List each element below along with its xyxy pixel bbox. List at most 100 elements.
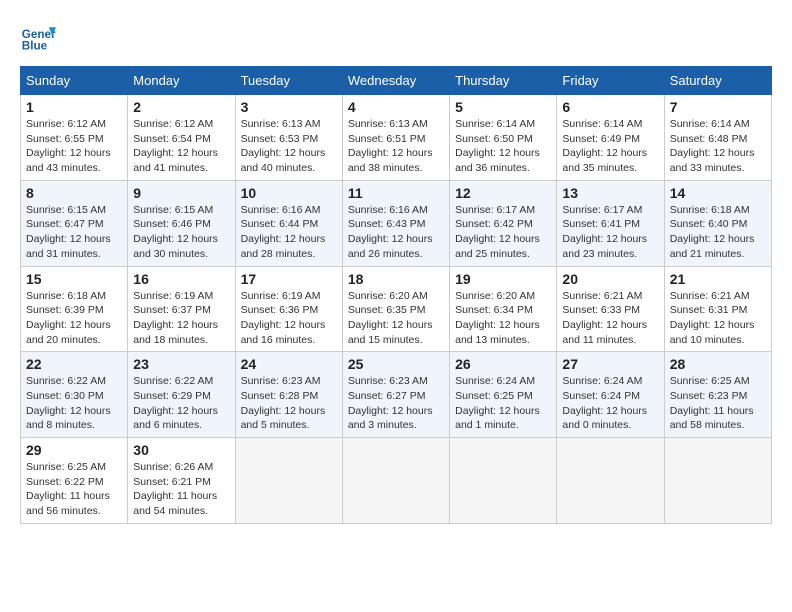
day-number: 3 (241, 99, 337, 115)
day-number: 13 (562, 185, 658, 201)
day-info: Sunrise: 6:17 AMSunset: 6:42 PMDaylight:… (455, 203, 551, 262)
calendar-cell: 8 Sunrise: 6:15 AMSunset: 6:47 PMDaylight… (21, 180, 128, 266)
calendar-cell (664, 438, 771, 524)
day-number: 1 (26, 99, 122, 115)
day-info: Sunrise: 6:26 AMSunset: 6:21 PMDaylight:… (133, 460, 229, 519)
calendar-cell: 29 Sunrise: 6:25 AMSunset: 6:22 PMDayligh… (21, 438, 128, 524)
calendar-cell: 10 Sunrise: 6:16 AMSunset: 6:44 PMDayligh… (235, 180, 342, 266)
day-number: 6 (562, 99, 658, 115)
day-info: Sunrise: 6:22 AMSunset: 6:30 PMDaylight:… (26, 374, 122, 433)
day-number: 14 (670, 185, 766, 201)
day-info: Sunrise: 6:18 AMSunset: 6:40 PMDaylight:… (670, 203, 766, 262)
calendar-cell: 9 Sunrise: 6:15 AMSunset: 6:46 PMDaylight… (128, 180, 235, 266)
day-info: Sunrise: 6:20 AMSunset: 6:35 PMDaylight:… (348, 289, 444, 348)
day-info: Sunrise: 6:18 AMSunset: 6:39 PMDaylight:… (26, 289, 122, 348)
day-number: 18 (348, 271, 444, 287)
day-info: Sunrise: 6:16 AMSunset: 6:44 PMDaylight:… (241, 203, 337, 262)
day-number: 8 (26, 185, 122, 201)
day-number: 20 (562, 271, 658, 287)
day-number: 10 (241, 185, 337, 201)
header-monday: Monday (128, 67, 235, 95)
calendar-week-row: 1Sunrise: 6:12 AMSunset: 6:55 PMDaylight… (21, 95, 772, 181)
calendar-cell: 1Sunrise: 6:12 AMSunset: 6:55 PMDaylight… (21, 95, 128, 181)
calendar-week-row: 29 Sunrise: 6:25 AMSunset: 6:22 PMDayligh… (21, 438, 772, 524)
header-tuesday: Tuesday (235, 67, 342, 95)
header-wednesday: Wednesday (342, 67, 449, 95)
day-number: 29 (26, 442, 122, 458)
day-info: Sunrise: 6:21 AMSunset: 6:31 PMDaylight:… (670, 289, 766, 348)
day-info: Sunrise: 6:16 AMSunset: 6:43 PMDaylight:… (348, 203, 444, 262)
day-number: 11 (348, 185, 444, 201)
calendar-cell: 7 Sunrise: 6:14 AMSunset: 6:48 PMDaylight… (664, 95, 771, 181)
header-saturday: Saturday (664, 67, 771, 95)
calendar-cell: 17 Sunrise: 6:19 AMSunset: 6:36 PMDayligh… (235, 266, 342, 352)
header-sunday: Sunday (21, 67, 128, 95)
header: General Blue (20, 20, 772, 56)
day-info: Sunrise: 6:15 AMSunset: 6:46 PMDaylight:… (133, 203, 229, 262)
calendar-cell: 3Sunrise: 6:13 AMSunset: 6:53 PMDaylight… (235, 95, 342, 181)
calendar-cell (557, 438, 664, 524)
day-number: 9 (133, 185, 229, 201)
calendar-cell: 24 Sunrise: 6:23 AMSunset: 6:28 PMDayligh… (235, 352, 342, 438)
day-number: 4 (348, 99, 444, 115)
day-info: Sunrise: 6:13 AMSunset: 6:51 PMDaylight:… (348, 117, 444, 176)
day-number: 24 (241, 356, 337, 372)
day-number: 30 (133, 442, 229, 458)
day-info: Sunrise: 6:17 AMSunset: 6:41 PMDaylight:… (562, 203, 658, 262)
day-info: Sunrise: 6:15 AMSunset: 6:47 PMDaylight:… (26, 203, 122, 262)
day-number: 15 (26, 271, 122, 287)
day-number: 22 (26, 356, 122, 372)
calendar-week-row: 22 Sunrise: 6:22 AMSunset: 6:30 PMDayligh… (21, 352, 772, 438)
calendar-cell: 28 Sunrise: 6:25 AMSunset: 6:23 PMDayligh… (664, 352, 771, 438)
day-info: Sunrise: 6:21 AMSunset: 6:33 PMDaylight:… (562, 289, 658, 348)
calendar-cell: 20 Sunrise: 6:21 AMSunset: 6:33 PMDayligh… (557, 266, 664, 352)
calendar-cell (235, 438, 342, 524)
calendar-cell: 11 Sunrise: 6:16 AMSunset: 6:43 PMDayligh… (342, 180, 449, 266)
day-number: 19 (455, 271, 551, 287)
day-number: 16 (133, 271, 229, 287)
day-info: Sunrise: 6:19 AMSunset: 6:37 PMDaylight:… (133, 289, 229, 348)
day-info: Sunrise: 6:23 AMSunset: 6:28 PMDaylight:… (241, 374, 337, 433)
day-number: 17 (241, 271, 337, 287)
calendar-cell: 25 Sunrise: 6:23 AMSunset: 6:27 PMDayligh… (342, 352, 449, 438)
day-number: 5 (455, 99, 551, 115)
calendar-cell: 4 Sunrise: 6:13 AMSunset: 6:51 PMDaylight… (342, 95, 449, 181)
calendar-week-row: 15 Sunrise: 6:18 AMSunset: 6:39 PMDayligh… (21, 266, 772, 352)
day-info: Sunrise: 6:20 AMSunset: 6:34 PMDaylight:… (455, 289, 551, 348)
calendar-table: SundayMondayTuesdayWednesdayThursdayFrid… (20, 66, 772, 524)
day-info: Sunrise: 6:19 AMSunset: 6:36 PMDaylight:… (241, 289, 337, 348)
calendar-cell: 21 Sunrise: 6:21 AMSunset: 6:31 PMDayligh… (664, 266, 771, 352)
header-thursday: Thursday (450, 67, 557, 95)
day-info: Sunrise: 6:24 AMSunset: 6:25 PMDaylight:… (455, 374, 551, 433)
calendar-cell: 5 Sunrise: 6:14 AMSunset: 6:50 PMDaylight… (450, 95, 557, 181)
calendar-cell: 13 Sunrise: 6:17 AMSunset: 6:41 PMDayligh… (557, 180, 664, 266)
calendar-cell: 2 Sunrise: 6:12 AMSunset: 6:54 PMDaylight… (128, 95, 235, 181)
day-info: Sunrise: 6:12 AMSunset: 6:54 PMDaylight:… (133, 117, 229, 176)
day-number: 2 (133, 99, 229, 115)
day-info: Sunrise: 6:25 AMSunset: 6:23 PMDaylight:… (670, 374, 766, 433)
calendar-cell (450, 438, 557, 524)
day-number: 7 (670, 99, 766, 115)
calendar-cell: 22 Sunrise: 6:22 AMSunset: 6:30 PMDayligh… (21, 352, 128, 438)
calendar-cell (342, 438, 449, 524)
day-number: 23 (133, 356, 229, 372)
logo-icon: General Blue (20, 20, 56, 56)
calendar-cell: 14 Sunrise: 6:18 AMSunset: 6:40 PMDayligh… (664, 180, 771, 266)
day-info: Sunrise: 6:24 AMSunset: 6:24 PMDaylight:… (562, 374, 658, 433)
day-info: Sunrise: 6:14 AMSunset: 6:48 PMDaylight:… (670, 117, 766, 176)
day-number: 27 (562, 356, 658, 372)
day-info: Sunrise: 6:25 AMSunset: 6:22 PMDaylight:… (26, 460, 122, 519)
day-number: 28 (670, 356, 766, 372)
day-number: 21 (670, 271, 766, 287)
day-info: Sunrise: 6:22 AMSunset: 6:29 PMDaylight:… (133, 374, 229, 433)
calendar-cell: 18 Sunrise: 6:20 AMSunset: 6:35 PMDayligh… (342, 266, 449, 352)
day-info: Sunrise: 6:14 AMSunset: 6:50 PMDaylight:… (455, 117, 551, 176)
svg-text:Blue: Blue (22, 40, 48, 53)
day-info: Sunrise: 6:14 AMSunset: 6:49 PMDaylight:… (562, 117, 658, 176)
calendar-cell: 27 Sunrise: 6:24 AMSunset: 6:24 PMDayligh… (557, 352, 664, 438)
calendar-cell: 12Sunrise: 6:17 AMSunset: 6:42 PMDayligh… (450, 180, 557, 266)
day-info: Sunrise: 6:23 AMSunset: 6:27 PMDaylight:… (348, 374, 444, 433)
day-number: 26 (455, 356, 551, 372)
calendar-header-row: SundayMondayTuesdayWednesdayThursdayFrid… (21, 67, 772, 95)
day-number: 25 (348, 356, 444, 372)
